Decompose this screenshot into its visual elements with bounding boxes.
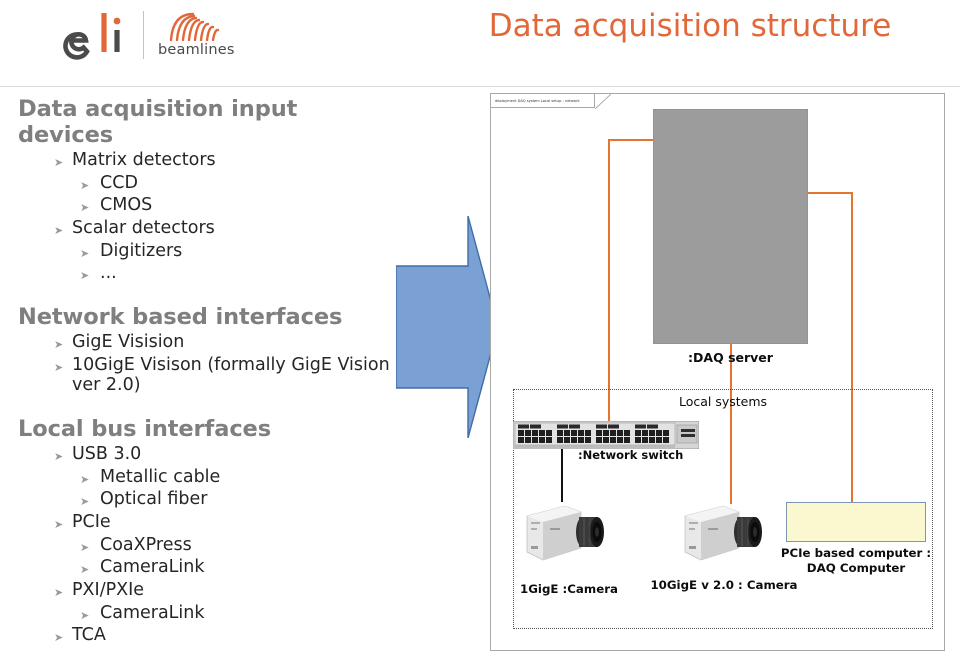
list-item-label: PCIe bbox=[72, 512, 111, 533]
content-section-devices: Data acquisition input devices ➤ Matrix d… bbox=[18, 96, 398, 284]
list-item-label: ... bbox=[100, 263, 117, 284]
list-item-label: USB 3.0 bbox=[72, 444, 142, 465]
deployment-diagram: deployment DAQ system Local setup - netw… bbox=[490, 93, 945, 651]
bullet-icon: ➤ bbox=[80, 608, 90, 622]
content-section-network: Network based interfaces ➤ GigE Visision … bbox=[18, 304, 398, 396]
bullet-list: ➤ USB 3.0 ➤ Metallic cable ➤ Optical fiber … bbox=[18, 444, 398, 646]
list-item-label: CMOS bbox=[100, 195, 153, 216]
bullet-list: ➤ Matrix detectors ➤ CCD ➤ CMOS ➤ Scalar det… bbox=[18, 150, 398, 284]
connector-server-left-h bbox=[608, 139, 654, 141]
section-heading: Data acquisition input devices bbox=[18, 96, 298, 149]
eli-beamlines-logo: beamlines bbox=[57, 7, 237, 65]
list-item-label: GigE Visision bbox=[72, 332, 185, 353]
list-item: ➤ Scalar detectors bbox=[18, 218, 398, 239]
list-item-label: Scalar detectors bbox=[72, 218, 215, 239]
list-item: ➤ PXI/PXIe bbox=[18, 580, 398, 601]
list-item: ➤ CameraLink bbox=[18, 557, 398, 578]
list-item-label: CameraLink bbox=[100, 602, 205, 623]
list-item: ➤ CCD bbox=[18, 173, 398, 194]
list-item: ➤ CMOS bbox=[18, 195, 398, 216]
bullet-icon: ➤ bbox=[54, 338, 64, 352]
daq-server-label: :DAQ server bbox=[688, 350, 773, 365]
list-item: ➤ USB 3.0 bbox=[18, 444, 398, 465]
list-item: ➤ Optical fiber bbox=[18, 489, 398, 510]
bullet-icon: ➤ bbox=[54, 518, 64, 532]
bullet-icon: ➤ bbox=[80, 495, 90, 509]
bullet-icon: ➤ bbox=[80, 472, 90, 486]
right-arrow-shape bbox=[396, 216, 498, 438]
list-item: ➤ Metallic cable bbox=[18, 467, 398, 488]
connector-server-left-v bbox=[608, 139, 610, 426]
list-item-label: Metallic cable bbox=[100, 466, 221, 487]
bullet-icon: ➤ bbox=[80, 563, 90, 577]
network-switch-label: :Network switch bbox=[578, 448, 684, 462]
list-item: ➤ GigE Visision bbox=[18, 332, 398, 353]
section-heading: Network based interfaces bbox=[18, 304, 343, 331]
eli-wordmark-icon bbox=[63, 13, 121, 60]
slide: beamlines Data acquisition structure Dat… bbox=[0, 0, 960, 663]
bullet-content: Data acquisition input devices ➤ Matrix d… bbox=[18, 96, 398, 646]
bullet-icon: ➤ bbox=[80, 246, 90, 260]
daq-server-node bbox=[653, 109, 808, 344]
logo-divider bbox=[143, 11, 144, 59]
bullet-icon: ➤ bbox=[80, 269, 90, 283]
list-item: ➤ CoaXPress bbox=[18, 535, 398, 556]
list-item: ➤ Digitizers bbox=[18, 241, 398, 262]
header-divider bbox=[0, 86, 960, 87]
list-item-label: CameraLink bbox=[100, 557, 205, 578]
industrial-camera-icon bbox=[684, 505, 762, 561]
list-item: ➤ PCIe bbox=[18, 512, 398, 533]
bullet-icon: ➤ bbox=[54, 585, 64, 599]
list-item-label: PXI/PXIe bbox=[72, 579, 145, 600]
diagram-label-notch-icon bbox=[595, 94, 611, 109]
bullet-list: ➤ GigE Visision ➤ 10GigE Visison (formally… bbox=[18, 332, 398, 396]
bullet-icon: ➤ bbox=[54, 360, 64, 374]
section-heading: Local bus interfaces bbox=[18, 416, 272, 443]
network-switch-icon bbox=[513, 421, 699, 449]
list-item: ➤ CameraLink bbox=[18, 603, 398, 624]
logo-wordmark-text: beamlines bbox=[158, 42, 235, 58]
diagram-frame-label: deployment DAQ system Local setup - netw… bbox=[491, 94, 595, 108]
connector-server-right-h bbox=[807, 192, 853, 194]
list-item-label: CoaXPress bbox=[100, 534, 192, 555]
slide-header: beamlines Data acquisition structure bbox=[0, 0, 960, 87]
bullet-icon: ➤ bbox=[54, 631, 64, 645]
radiating-arcs-icon bbox=[169, 12, 220, 41]
camera-1-label: 1GigE :Camera bbox=[520, 582, 618, 596]
list-item-label: CCD bbox=[100, 172, 138, 193]
bullet-icon: ➤ bbox=[80, 540, 90, 554]
list-item: ➤ Matrix detectors bbox=[18, 150, 398, 171]
list-item: ➤... bbox=[18, 263, 398, 284]
list-item: ➤ 10GigE Visison (formally GigE Vision ve… bbox=[18, 355, 398, 396]
list-item-label: Matrix detectors bbox=[72, 150, 216, 171]
camera-2-label: 10GigE v 2.0 : Camera bbox=[650, 578, 798, 592]
list-item-label: TCA bbox=[72, 625, 106, 646]
bullet-icon: ➤ bbox=[54, 224, 64, 238]
bullet-icon: ➤ bbox=[80, 201, 90, 215]
pcie-computer-node bbox=[786, 502, 926, 542]
list-item: ➤ TCA bbox=[18, 625, 398, 646]
content-section-localbus: Local bus interfaces ➤ USB 3.0 ➤ Metallic … bbox=[18, 416, 398, 646]
local-systems-title: Local systems bbox=[678, 394, 768, 409]
bullet-icon: ➤ bbox=[80, 178, 90, 192]
list-item-label: Optical fiber bbox=[100, 489, 208, 510]
bullet-icon: ➤ bbox=[54, 156, 64, 170]
list-item-label: 10GigE Visison (formally GigE Vision ver… bbox=[72, 354, 390, 396]
industrial-camera-icon bbox=[526, 505, 604, 561]
pcie-computer-label: PCIe based computer : DAQ Computer bbox=[780, 546, 932, 575]
list-item-label: Digitizers bbox=[100, 240, 183, 261]
bullet-icon: ➤ bbox=[54, 450, 64, 464]
page-title: Data acquisition structure bbox=[488, 8, 892, 44]
